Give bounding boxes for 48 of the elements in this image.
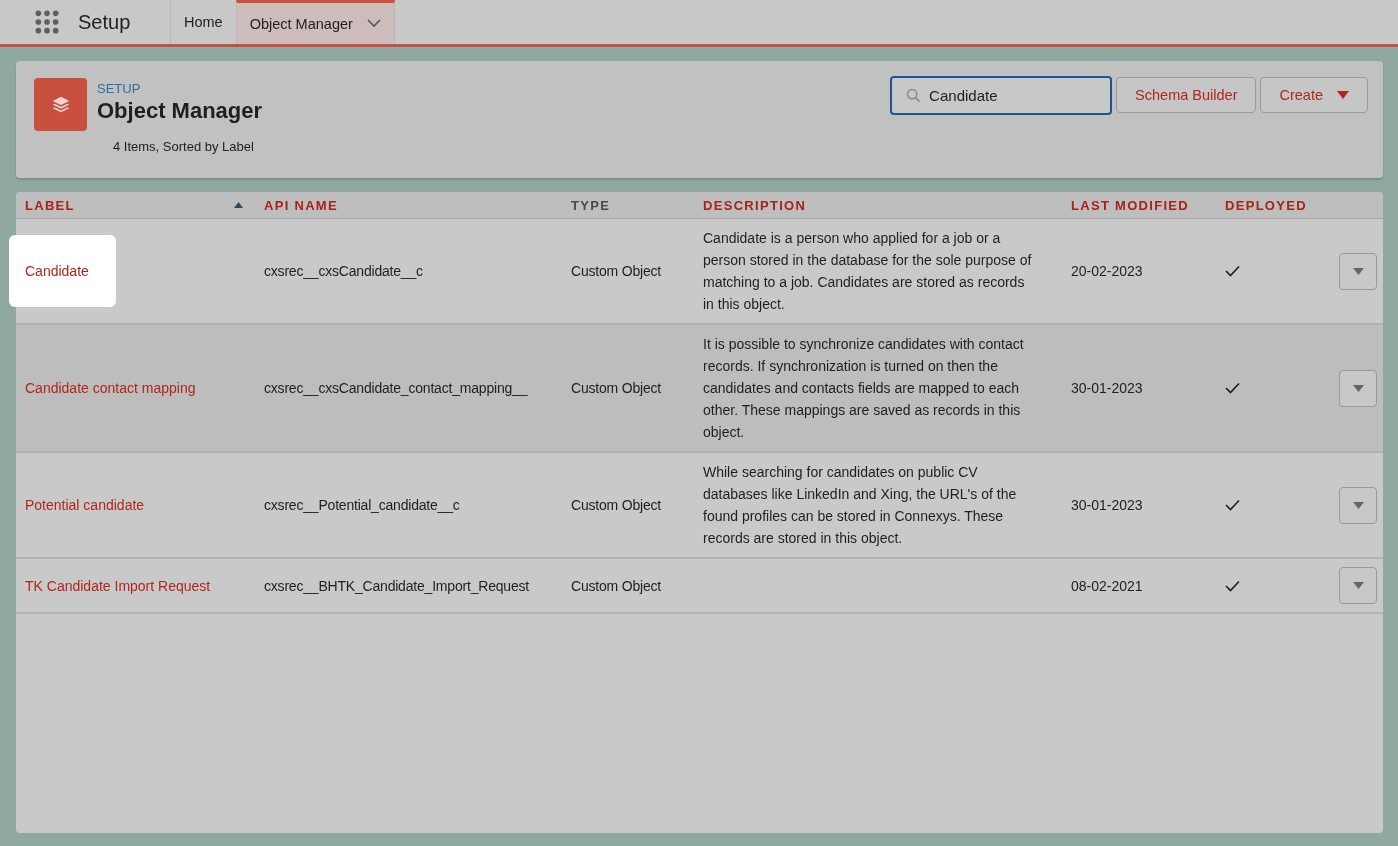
date-cell: 30-01-2023 [1071, 380, 1143, 396]
column-header[interactable]: LABEL [25, 197, 75, 213]
column-header[interactable]: LAST MODIFIED [1071, 197, 1189, 213]
layers-icon [34, 78, 87, 131]
row-actions-button[interactable] [1339, 369, 1377, 407]
api-name-cell: cxsrec__cxsCandidate_contact_mapping__ [264, 380, 528, 396]
object-link[interactable]: TK Candidate Import Request [25, 577, 211, 594]
object-link[interactable]: Candidate [9, 235, 116, 307]
caret-icon [1337, 91, 1349, 99]
row-actions-button[interactable] [1339, 252, 1377, 290]
page-title: Object Manager [97, 98, 263, 124]
search-icon [906, 88, 922, 103]
column-header: TYPE [571, 197, 611, 213]
description-cell-text: Candidate is a person who applied for a job or a person stored in the database for the sole purpose of matching to a job. Candidates are stored as records in this object. [703, 229, 1033, 314]
chevron-down-icon [366, 19, 381, 28]
date-cell: 08-02-2021 [1071, 577, 1143, 594]
app-launcher-icon[interactable] [34, 9, 60, 35]
item-count: 4 Items, Sorted by Label [113, 139, 255, 154]
breadcrumb-label: SETUP [97, 81, 142, 96]
action-button[interactable]: Schema Builder [1116, 77, 1257, 113]
type-cell: Custom Object [571, 263, 661, 279]
caret-icon [1352, 501, 1364, 509]
object-link[interactable]: Potential candidate [25, 497, 145, 513]
caret-icon [1352, 267, 1364, 275]
column-header[interactable]: DESCRIPTION [703, 197, 807, 213]
type-cell: Custom Object [571, 380, 661, 396]
date-cell: 30-01-2023 [1071, 497, 1143, 513]
api-name-cell: cxsrec__cxsCandidate__c [264, 263, 423, 279]
date-cell: 20-02-2023 [1071, 263, 1143, 279]
row-actions-button[interactable] [1339, 486, 1377, 524]
description-cell-text: It is possible to synchronize candidates with contact records. If synchronization is turned on then the candidates and contacts fields are mapped to each other. These mappings are saved as records in this object. [703, 335, 1025, 442]
type-cell: Custom Object [571, 577, 661, 594]
row-actions-button[interactable] [1339, 567, 1377, 604]
api-name-cell: cxsrec__BHTK_Candidate_Import_Request [264, 577, 529, 594]
caret-icon [1352, 384, 1364, 392]
object-link[interactable]: Candidate contact mapping [25, 380, 196, 396]
column-header[interactable]: API NAME [264, 197, 338, 213]
api-name-cell: cxsrec__Potential_candidate__c [264, 497, 460, 513]
caret-icon [1352, 582, 1364, 589]
search-field[interactable]: Candidate [890, 76, 1113, 115]
type-cell: Custom Object [571, 497, 661, 513]
app-name: Setup [78, 10, 132, 34]
nav-tab[interactable]: Object Manager [235, 0, 395, 44]
description-cell-text: While searching for candidates on public CV databases like LinkedIn and Xing, the URL's of the found profiles can be stored in Connexys. These records are stored in this object. [703, 463, 1018, 548]
column-header[interactable]: DEPLOYED [1225, 197, 1307, 213]
sort-ascending-icon[interactable] [234, 202, 243, 208]
action-button[interactable]: Create [1260, 77, 1368, 113]
nav-tab[interactable]: Home [170, 0, 236, 44]
